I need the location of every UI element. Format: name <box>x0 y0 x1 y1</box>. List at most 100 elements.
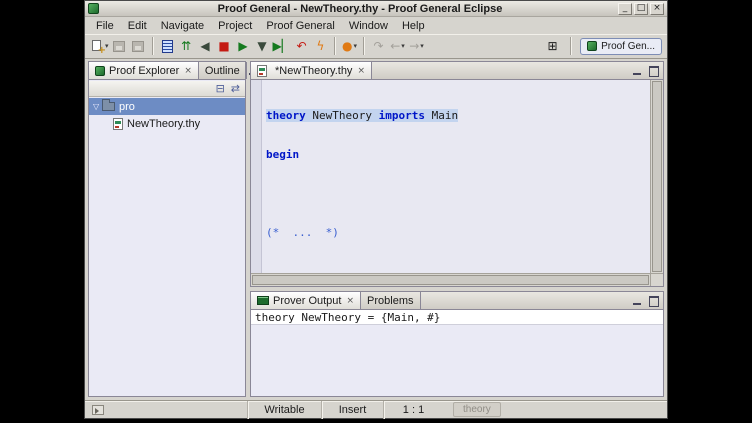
forward-history-button[interactable]: → ▾ <box>407 36 426 56</box>
window-title: Proof General - NewTheory.thy - Proof Ge… <box>102 3 618 15</box>
scrollbar-thumb[interactable] <box>652 81 662 272</box>
proof-general-perspective-icon <box>587 41 597 51</box>
statusbar: Writable Insert 1 : 1 theory <box>85 400 667 418</box>
perspective-bar: ⊞ Proof Gen... <box>543 36 662 56</box>
file-label: NewTheory.thy <box>127 118 200 130</box>
code-line-3 <box>266 187 647 200</box>
tab-label: *NewTheory.thy <box>275 65 352 77</box>
menu-proof-general[interactable]: Proof General <box>259 19 341 33</box>
scrollbar-thumb[interactable] <box>252 275 649 285</box>
stop-button[interactable]: ■ <box>215 36 234 56</box>
process-to-point-button[interactable]: ▼ <box>253 36 272 56</box>
horizontal-scrollbar[interactable] <box>251 273 650 286</box>
right-column: *NewTheory.thy × theory NewTheory import… <box>250 61 664 397</box>
close-icon[interactable]: × <box>357 66 365 76</box>
titlebar[interactable]: Proof General - NewTheory.thy - Proof Ge… <box>85 1 667 17</box>
identifier-token: Main <box>425 109 458 122</box>
save-icon <box>113 41 125 52</box>
minimize-view-icon[interactable] <box>631 65 643 76</box>
back-history-button[interactable]: ← ▾ <box>388 36 407 56</box>
toolbar-separator <box>152 37 154 55</box>
explorer-toolbar: ⊟ ⇄ <box>89 81 245 97</box>
menu-navigate[interactable]: Navigate <box>154 19 211 33</box>
main-toolbar: + ▾ ⇈ ◀ ■ ▶ ▼ ▶▏ ↶ ϟ ● ▾ ↷ ← ▾ → <box>85 34 667 59</box>
menu-file[interactable]: File <box>89 19 121 33</box>
minimize-button[interactable]: _ <box>618 3 632 15</box>
tab-problems[interactable]: Problems <box>361 292 420 309</box>
tab-label: Proof Explorer <box>109 65 179 77</box>
next-step-button[interactable]: ▶ <box>234 36 253 56</box>
theory-file-icon <box>257 65 267 77</box>
new-icon: + <box>91 39 104 53</box>
keyword-token: begin <box>266 148 299 161</box>
prover-state-indicator: theory <box>453 402 501 417</box>
project-label: pro <box>119 101 135 113</box>
close-icon[interactable]: × <box>346 296 354 306</box>
prover-output-line: theory NewTheory = {Main, #} <box>251 310 663 325</box>
interrupt-button[interactable]: ϟ <box>311 36 330 56</box>
identifier-token: NewTheory <box>306 109 379 122</box>
project-tree: ▽ pro NewTheory.thy <box>89 98 245 396</box>
run-button[interactable]: ● ▾ <box>340 36 359 56</box>
menu-window[interactable]: Window <box>342 19 395 33</box>
keyword-token: imports <box>379 109 425 122</box>
last-edit-location-button[interactable]: ↷ <box>369 36 388 56</box>
chevron-down-icon: ▾ <box>353 42 357 50</box>
expander-icon[interactable]: ▽ <box>89 102 101 111</box>
scrollbar-corner <box>650 273 663 286</box>
process-all-button[interactable]: ▶▏ <box>272 36 292 56</box>
open-theory-button[interactable] <box>158 36 177 56</box>
maximize-view-icon[interactable] <box>647 295 659 306</box>
explorer-tabrow: Proof Explorer × Outline <box>89 62 245 80</box>
prover-output-area[interactable]: theory NewTheory = {Main, #} <box>251 310 663 396</box>
toolbar-separator <box>570 37 572 55</box>
tab-prover-output[interactable]: Prover Output × <box>251 292 361 309</box>
menu-project[interactable]: Project <box>211 19 259 33</box>
maximize-view-icon[interactable] <box>647 65 659 76</box>
tab-label: Prover Output <box>273 295 341 307</box>
menu-help[interactable]: Help <box>395 19 432 33</box>
tree-item-theory-file[interactable]: NewTheory.thy <box>89 115 245 132</box>
forward-icon: → <box>409 39 419 53</box>
tab-outline[interactable]: Outline <box>199 62 247 79</box>
perspective-proof-general[interactable]: Proof Gen... <box>580 38 662 55</box>
close-button[interactable]: × <box>650 3 664 15</box>
prover-tabrow: Prover Output × Problems <box>251 292 663 310</box>
console-icon <box>257 296 269 305</box>
tab-label: Problems <box>367 295 413 307</box>
tab-newtheory-editor[interactable]: *NewTheory.thy × <box>251 62 372 79</box>
open-perspective-button[interactable]: ⊞ <box>543 36 562 56</box>
menu-edit[interactable]: Edit <box>121 19 154 33</box>
editor-view: *NewTheory.thy × theory NewTheory import… <box>250 61 664 287</box>
comment-token: (* ... *) <box>266 226 339 239</box>
new-wizard-button[interactable]: + ▾ <box>90 36 110 56</box>
editor-text-area[interactable]: theory NewTheory imports Main begin (* .… <box>251 80 663 286</box>
print-button[interactable] <box>129 36 148 56</box>
app-icon <box>88 3 99 14</box>
proof-explorer-icon <box>95 66 105 76</box>
caret-position-status: 1 : 1 <box>383 401 443 419</box>
run-icon: ● <box>342 39 352 53</box>
perspective-label: Proof Gen... <box>601 41 655 52</box>
prover-output-view: Prover Output × Problems theory NewTheor… <box>250 291 664 397</box>
close-icon[interactable]: × <box>184 66 192 76</box>
collapse-all-icon[interactable]: ⊟ <box>216 82 225 95</box>
vertical-scrollbar[interactable] <box>650 80 663 273</box>
tab-proof-explorer[interactable]: Proof Explorer × <box>89 62 199 79</box>
tree-item-project[interactable]: ▽ pro <box>89 98 245 115</box>
code-area: theory NewTheory imports Main begin (* .… <box>266 83 647 271</box>
undo-step-button[interactable]: ◀ <box>196 36 215 56</box>
link-with-editor-icon[interactable]: ⇄ <box>231 82 240 95</box>
annotation-ruler[interactable] <box>251 80 262 273</box>
theory-file-icon <box>113 118 123 130</box>
editor-tabrow: *NewTheory.thy × <box>251 62 663 80</box>
maximize-button[interactable]: □ <box>634 3 648 15</box>
minimize-view-icon[interactable] <box>631 295 643 306</box>
save-button[interactable] <box>110 36 129 56</box>
statusbar-left <box>85 405 247 415</box>
workbench-area: Proof Explorer × Outline ⊟ ⇄ ▽ <box>85 59 667 399</box>
fast-view-icon[interactable] <box>92 405 104 415</box>
restart-prover-button[interactable]: ↶ <box>292 36 311 56</box>
proof-explorer-view: Proof Explorer × Outline ⊟ ⇄ ▽ <box>88 61 246 397</box>
retract-all-button[interactable]: ⇈ <box>177 36 196 56</box>
